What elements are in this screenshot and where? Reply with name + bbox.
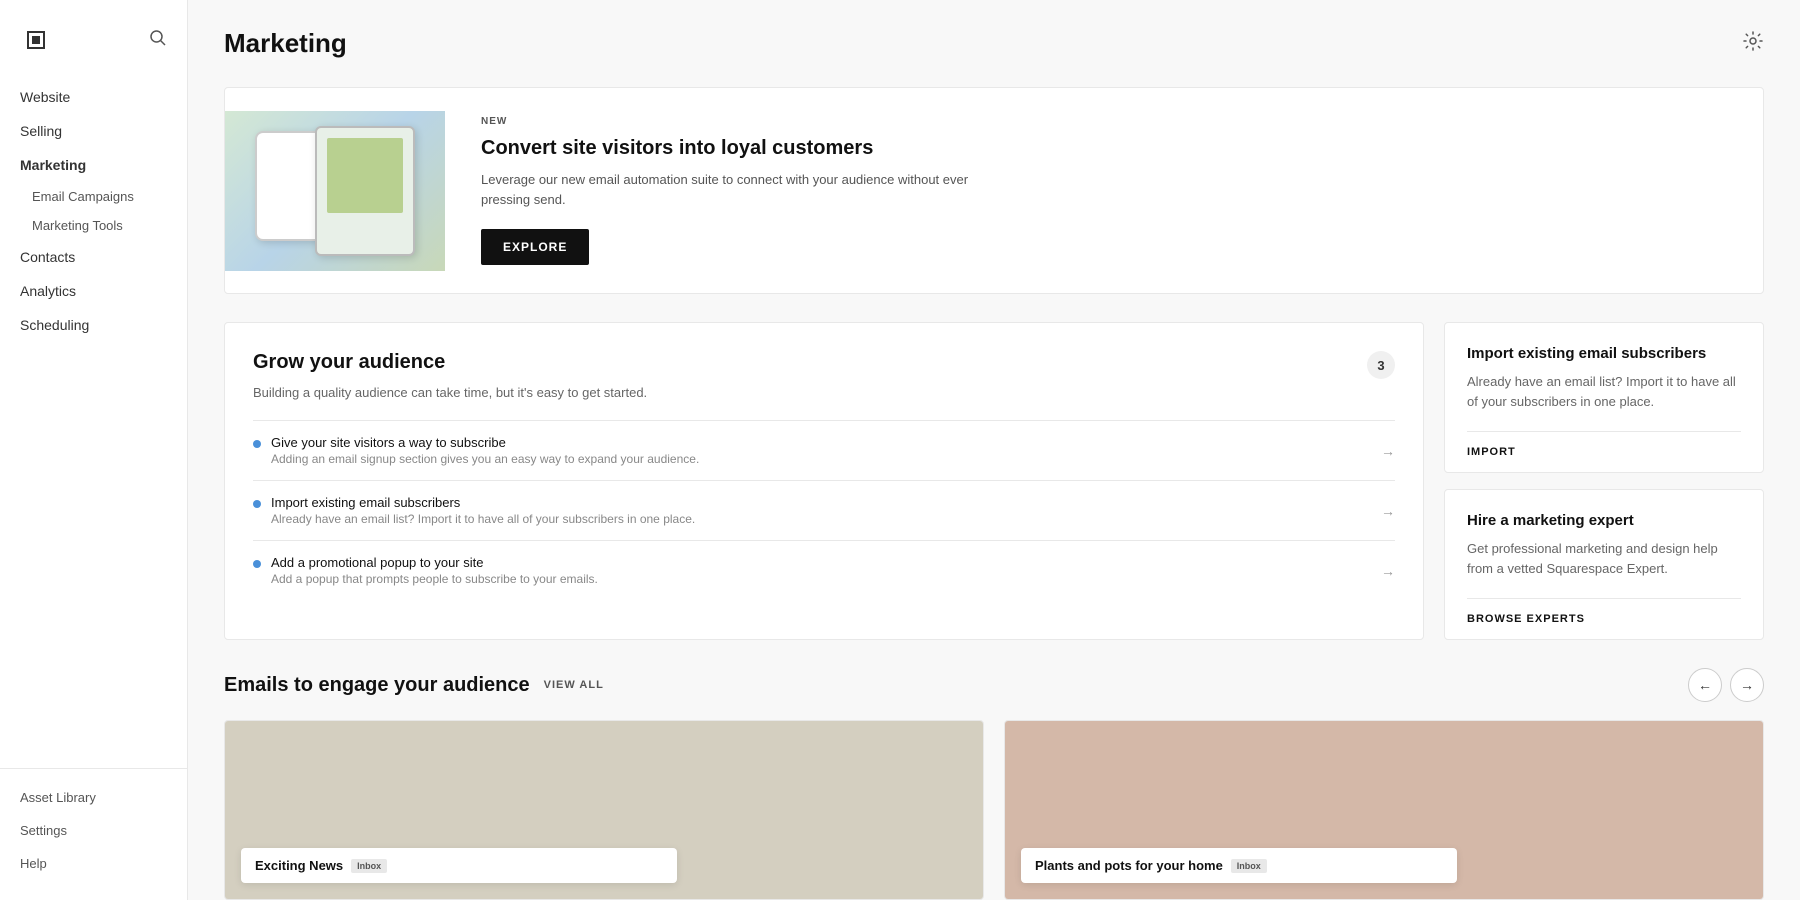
email-card-bg-1: Plants and pots for your home Inbox xyxy=(1005,721,1763,899)
main-content: Marketing NEW Convert site visitors into… xyxy=(188,0,1800,900)
sidebar-nav: Website Selling Marketing Email Campaign… xyxy=(0,72,187,768)
sidebar-item-help[interactable]: Help xyxy=(0,847,187,880)
grow-item-1[interactable]: Import existing email subscribers Alread… xyxy=(253,480,1395,540)
grow-item-left-1: Import existing email subscribers Alread… xyxy=(253,495,695,526)
hero-badge: NEW xyxy=(481,116,1727,127)
email-card-bg-0: Exciting News Inbox xyxy=(225,721,983,899)
email-preview-title-0: Exciting News xyxy=(255,858,343,873)
grow-item-left-0: Give your site visitors a way to subscri… xyxy=(253,435,699,466)
email-preview-header-0: Exciting News Inbox xyxy=(255,858,663,873)
email-nav: ← → xyxy=(1688,668,1764,702)
email-preview-0: Exciting News Inbox xyxy=(241,848,677,883)
right-column: Import existing email subscribers Alread… xyxy=(1444,322,1764,640)
grow-audience-card: Grow your audience 3 Building a quality … xyxy=(224,322,1424,640)
import-card-desc: Already have an email list? Import it to… xyxy=(1467,372,1741,411)
sidebar: Website Selling Marketing Email Campaign… xyxy=(0,0,188,900)
sidebar-item-marketing[interactable]: Marketing xyxy=(0,148,187,182)
sidebar-item-analytics[interactable]: Analytics xyxy=(0,274,187,308)
import-link[interactable]: IMPORT xyxy=(1467,431,1741,472)
import-card: Import existing email subscribers Alread… xyxy=(1444,322,1764,473)
view-all-link[interactable]: VIEW ALL xyxy=(544,679,604,691)
search-icon[interactable] xyxy=(149,29,167,52)
grow-item-arrow-1: → xyxy=(1381,503,1395,519)
email-card-1[interactable]: Plants and pots for your home Inbox xyxy=(1004,720,1764,900)
grow-item-desc-1: Already have an email list? Import it to… xyxy=(271,512,695,526)
two-col-layout: Grow your audience 3 Building a quality … xyxy=(224,322,1764,640)
page-title: Marketing xyxy=(224,28,347,59)
mock-tablet-inner xyxy=(327,138,404,214)
grow-header: Grow your audience 3 xyxy=(253,351,1395,379)
grow-item-desc-0: Adding an email signup section gives you… xyxy=(271,452,699,466)
grow-item-dot-1 xyxy=(253,500,261,508)
grow-description: Building a quality audience can take tim… xyxy=(253,385,1395,400)
sidebar-item-settings[interactable]: Settings xyxy=(0,814,187,847)
emails-title-group: Emails to engage your audience VIEW ALL xyxy=(224,674,604,697)
sidebar-item-asset-library[interactable]: Asset Library xyxy=(0,781,187,814)
hero-image-mock xyxy=(225,111,445,271)
email-card-0[interactable]: Exciting News Inbox xyxy=(224,720,984,900)
mock-tablet xyxy=(315,126,415,256)
emails-title: Emails to engage your audience xyxy=(224,674,530,697)
experts-card-title: Hire a marketing expert xyxy=(1467,512,1741,529)
hero-banner: NEW Convert site visitors into loyal cus… xyxy=(224,87,1764,294)
grow-item-title-2: Add a promotional popup to your site xyxy=(271,555,598,570)
inbox-badge-0: Inbox xyxy=(351,859,387,873)
grow-item-arrow-2: → xyxy=(1381,563,1395,579)
inbox-badge-1: Inbox xyxy=(1231,859,1267,873)
grow-item-text-2: Add a promotional popup to your site Add… xyxy=(271,555,598,586)
email-preview-title-1: Plants and pots for your home xyxy=(1035,858,1223,873)
grow-item-left-2: Add a promotional popup to your site Add… xyxy=(253,555,598,586)
grow-item-2[interactable]: Add a promotional popup to your site Add… xyxy=(253,540,1395,600)
sidebar-item-selling[interactable]: Selling xyxy=(0,114,187,148)
grow-item-title-0: Give your site visitors a way to subscri… xyxy=(271,435,699,450)
browse-experts-link[interactable]: BROWSE EXPERTS xyxy=(1467,598,1741,639)
sidebar-top xyxy=(0,0,187,72)
email-cards: Exciting News Inbox Plants and pots for … xyxy=(224,720,1764,900)
emails-section: Emails to engage your audience VIEW ALL … xyxy=(224,668,1764,900)
grow-item-dot-2 xyxy=(253,560,261,568)
logo-icon[interactable] xyxy=(20,24,52,56)
hero-content: NEW Convert site visitors into loyal cus… xyxy=(445,88,1763,293)
sidebar-item-contacts[interactable]: Contacts xyxy=(0,240,187,274)
settings-gear-icon[interactable] xyxy=(1742,30,1764,58)
email-prev-button[interactable]: ← xyxy=(1688,668,1722,702)
sidebar-item-scheduling[interactable]: Scheduling xyxy=(0,308,187,342)
grow-title: Grow your audience xyxy=(253,351,445,374)
sidebar-item-email-campaigns[interactable]: Email Campaigns xyxy=(0,182,187,211)
sidebar-item-website[interactable]: Website xyxy=(0,80,187,114)
sidebar-bottom: Asset Library Settings Help xyxy=(0,768,187,900)
grow-item-desc-2: Add a popup that prompts people to subsc… xyxy=(271,572,598,586)
emails-header: Emails to engage your audience VIEW ALL … xyxy=(224,668,1764,702)
grow-badge: 3 xyxy=(1367,351,1395,379)
experts-card-desc: Get professional marketing and design he… xyxy=(1467,539,1741,578)
explore-button[interactable]: EXPLORE xyxy=(481,229,589,265)
grow-item-text-0: Give your site visitors a way to subscri… xyxy=(271,435,699,466)
grow-item-text-1: Import existing email subscribers Alread… xyxy=(271,495,695,526)
sidebar-item-marketing-tools[interactable]: Marketing Tools xyxy=(0,211,187,240)
page-header: Marketing xyxy=(224,28,1764,59)
hero-image xyxy=(225,111,445,271)
hero-description: Leverage our new email automation suite … xyxy=(481,170,981,209)
grow-item-0[interactable]: Give your site visitors a way to subscri… xyxy=(253,420,1395,480)
email-preview-1: Plants and pots for your home Inbox xyxy=(1021,848,1457,883)
grow-item-dot-0 xyxy=(253,440,261,448)
hero-title: Convert site visitors into loyal custome… xyxy=(481,137,1727,160)
experts-card: Hire a marketing expert Get professional… xyxy=(1444,489,1764,640)
email-preview-header-1: Plants and pots for your home Inbox xyxy=(1035,858,1443,873)
grow-item-title-1: Import existing email subscribers xyxy=(271,495,695,510)
import-card-title: Import existing email subscribers xyxy=(1467,345,1741,362)
grow-item-arrow-0: → xyxy=(1381,443,1395,459)
email-next-button[interactable]: → xyxy=(1730,668,1764,702)
